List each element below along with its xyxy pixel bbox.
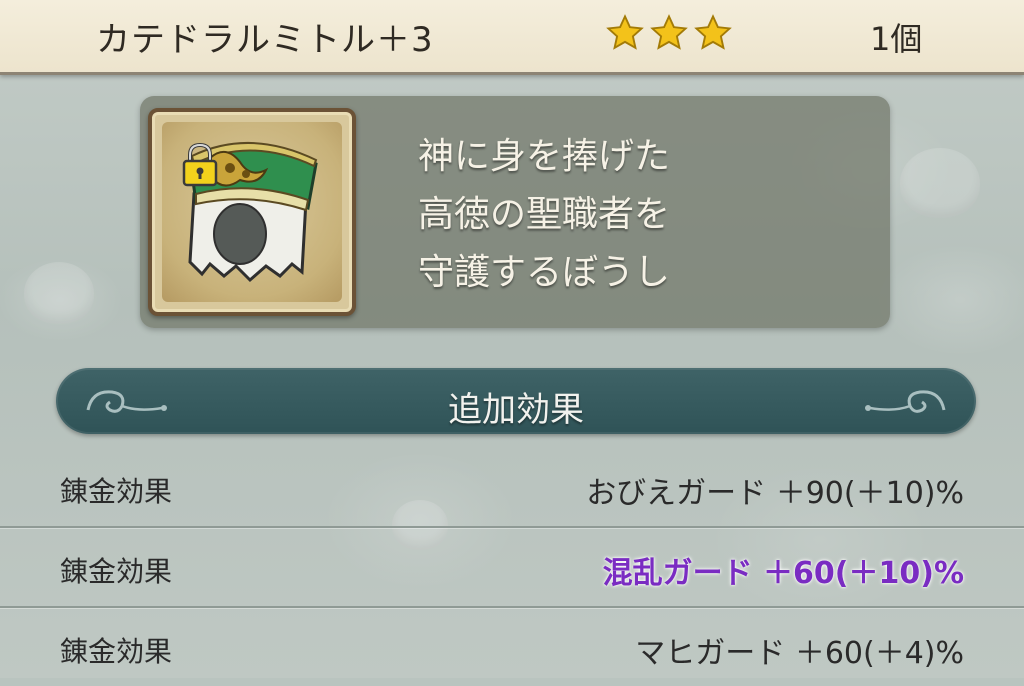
item-description: 神に身を捧げた 高徳の聖職者を 守護するぼうし bbox=[418, 128, 670, 302]
description-line: 神に身を捧げた bbox=[418, 136, 671, 177]
description-line: 高徳の聖職者を bbox=[418, 194, 671, 235]
item-header: カテドラルミトル＋3 1個 bbox=[0, 0, 1024, 75]
effect-value-highlighted: 混乱ガード ＋60(＋10)% bbox=[602, 556, 964, 591]
background-slime-shape bbox=[900, 148, 980, 218]
flourish-right-icon bbox=[865, 390, 946, 413]
star-icon bbox=[606, 14, 644, 50]
effect-row: 錬金効果 おびえガード ＋90(＋10)% bbox=[0, 448, 1024, 528]
item-quantity: 1個 bbox=[870, 20, 923, 58]
star-icon bbox=[694, 14, 732, 50]
effect-row: 錬金効果 マヒガード ＋60(＋4)% bbox=[0, 608, 1024, 686]
background-slime-shape bbox=[24, 262, 94, 324]
effect-value: マヒガード ＋60(＋4)% bbox=[635, 636, 964, 671]
item-icon-frame[interactable] bbox=[148, 108, 356, 316]
effect-label: 錬金効果 bbox=[60, 475, 173, 508]
effect-row: 錬金効果 混乱ガード ＋60(＋10)% bbox=[0, 528, 1024, 608]
description-line: 守護するぼうし bbox=[418, 252, 671, 293]
section-title: 追加効果 bbox=[448, 390, 584, 430]
lock-icon[interactable] bbox=[180, 142, 220, 188]
item-name: カテドラルミトル＋3 bbox=[96, 20, 434, 60]
star-icon bbox=[650, 14, 688, 50]
rarity-stars bbox=[606, 14, 732, 52]
effect-value: おびえガード ＋90(＋10)% bbox=[586, 476, 964, 511]
additional-effects-banner: 追加効果 bbox=[56, 368, 976, 434]
effect-label: 錬金効果 bbox=[60, 555, 173, 588]
effect-label: 錬金効果 bbox=[60, 635, 173, 668]
